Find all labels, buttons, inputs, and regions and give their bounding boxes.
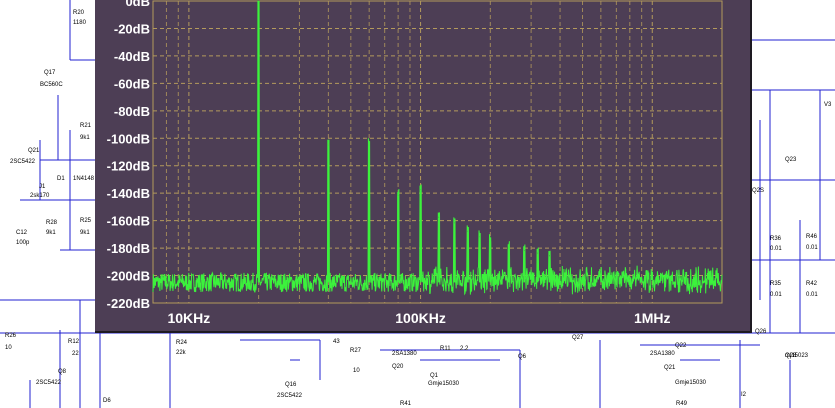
schem-label: Q1 bbox=[430, 373, 439, 379]
schem-label: 1180 bbox=[73, 20, 87, 26]
schem-label: BC560C bbox=[40, 82, 63, 88]
schem-label: R20 bbox=[73, 10, 85, 16]
schem-label: 2SA1380 bbox=[650, 351, 675, 357]
schem-label: R42 bbox=[806, 281, 818, 287]
y-tick-label: -60dB bbox=[114, 76, 150, 91]
schem-label: 10 bbox=[5, 345, 12, 351]
schem-label: 43 bbox=[333, 339, 340, 345]
schem-label: I2 bbox=[741, 392, 747, 398]
plot-area bbox=[152, 0, 723, 304]
schem-label: Q21 bbox=[28, 148, 40, 154]
schem-label: Q23 bbox=[785, 157, 797, 163]
schem-label: Q2S bbox=[752, 188, 764, 194]
schem-label: 2.2 bbox=[460, 346, 469, 352]
schem-label: Gmje15030 bbox=[675, 380, 707, 386]
schem-label: Q22 bbox=[675, 343, 687, 349]
schem-label: R11 bbox=[440, 346, 451, 352]
y-tick-label: -220dB bbox=[107, 296, 150, 311]
schem-label: Gmje15030 bbox=[428, 381, 460, 387]
schem-label: D1 bbox=[57, 176, 65, 182]
y-tick-label: -140dB bbox=[107, 186, 150, 201]
y-tick-label: -100dB bbox=[107, 131, 150, 146]
schem-label: J1 bbox=[39, 184, 46, 190]
schem-label: Q26 bbox=[755, 329, 767, 335]
schem-label: R35 bbox=[770, 281, 782, 287]
schem-label: 0.01 bbox=[806, 292, 818, 298]
schem-label: Q21 bbox=[664, 365, 676, 371]
schem-label: C12 bbox=[16, 230, 28, 236]
schem-label: 2sk170 bbox=[30, 193, 50, 199]
schem-label: R12 bbox=[68, 339, 80, 345]
x-tick-label: 10KHz bbox=[167, 310, 210, 326]
spectrum-plot-window[interactable]: 0dB -20dB -40dB -60dB -80dB -100dB -120dB -140d… bbox=[95, 0, 752, 333]
schem-label: 2SC5422 bbox=[277, 393, 303, 399]
schem-label: 0.01 bbox=[806, 245, 818, 251]
schem-label: 2SC5422 bbox=[10, 159, 36, 165]
spectrum-chart: 0dB -20dB -40dB -60dB -80dB -100dB -120dB -140d… bbox=[107, 0, 723, 326]
schem-label: 22k bbox=[176, 350, 187, 356]
schem-label: Q8 bbox=[58, 369, 67, 375]
schem-label: 0.01 bbox=[770, 292, 782, 298]
y-tick-label: -40dB bbox=[114, 49, 150, 64]
x-tick-label: 1MHz bbox=[634, 310, 671, 326]
schem-label: 9k1 bbox=[80, 230, 90, 236]
schem-label: R46 bbox=[806, 234, 818, 240]
schem-label: R41 bbox=[400, 401, 412, 407]
y-tick-label: -80dB bbox=[114, 104, 150, 119]
schem-label: R21 bbox=[80, 123, 92, 129]
y-tick-label: -180dB bbox=[107, 241, 150, 256]
y-tick-label: 0dB bbox=[125, 0, 150, 9]
schem-label: D6 bbox=[103, 398, 111, 404]
schem-label: V3 bbox=[824, 102, 832, 108]
x-tick-label: 100KHz bbox=[395, 310, 446, 326]
schem-label: Q17 bbox=[44, 70, 56, 76]
schem-label: Q16 bbox=[285, 382, 297, 388]
schem-label: R36 bbox=[770, 236, 782, 242]
schem-label: 100p bbox=[16, 240, 30, 246]
schem-label: R25 bbox=[80, 218, 92, 224]
schem-label: Q20 bbox=[392, 364, 404, 370]
schem-label: 1N4148 bbox=[73, 176, 95, 182]
y-tick-label: -20dB bbox=[114, 21, 150, 36]
schem-label: 9k1 bbox=[46, 230, 56, 236]
schem-label: R49 bbox=[676, 401, 688, 407]
schem-label: 0.01 bbox=[770, 246, 782, 252]
schem-label: 22 bbox=[72, 351, 79, 357]
schem-label: 2SA1380 bbox=[392, 351, 417, 357]
schem-label: 2SC5422 bbox=[36, 380, 62, 386]
schem-label: R26 bbox=[5, 333, 17, 339]
schem-label: 9k1 bbox=[80, 135, 90, 141]
schem-label: R27 bbox=[350, 348, 362, 354]
y-tick-label: -160dB bbox=[107, 214, 150, 229]
schem-label: Q6 bbox=[518, 354, 527, 360]
schem-label: Q27 bbox=[572, 335, 584, 341]
y-tick-label: -200dB bbox=[107, 269, 150, 284]
schem-label: 10 bbox=[353, 368, 360, 374]
schem-label: Q28 bbox=[785, 353, 797, 359]
y-tick-label: -120dB bbox=[107, 159, 150, 174]
schem-label: R24 bbox=[176, 340, 188, 346]
schem-label: R28 bbox=[46, 220, 58, 226]
